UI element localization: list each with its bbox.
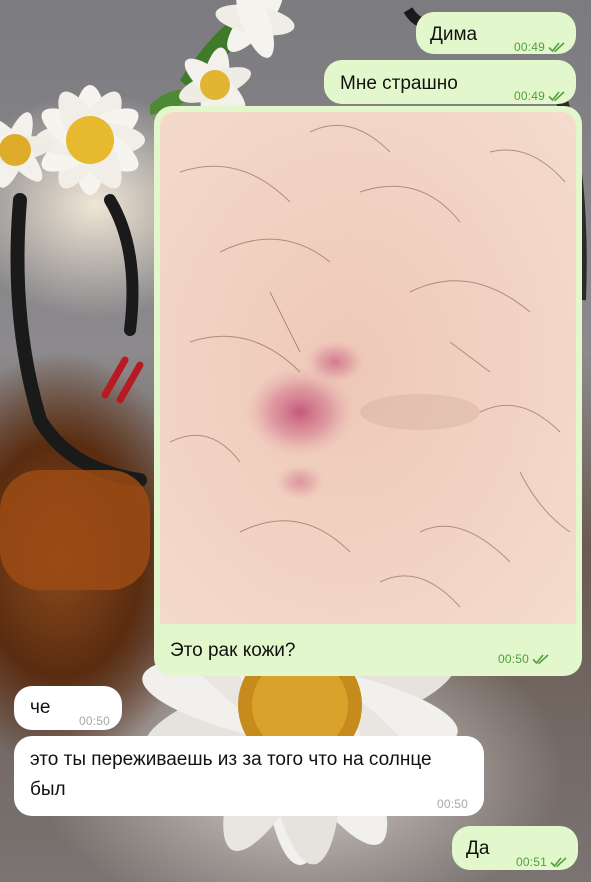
message-time: 00:49	[513, 40, 545, 54]
message-text: че	[30, 697, 51, 718]
message-time: 00:51	[515, 855, 547, 869]
message-outgoing[interactable]: Дима 00:49	[416, 12, 576, 54]
message-time: 00:49	[513, 89, 545, 103]
wallpaper-glow	[0, 470, 150, 590]
message-time: 00:50	[436, 797, 468, 811]
message-meta: 00:50	[498, 650, 550, 668]
skin-photo[interactable]	[160, 112, 576, 624]
double-check-icon	[548, 42, 565, 53]
message-outgoing[interactable]: Мне страшно 00:49	[324, 60, 576, 104]
message-text: это ты переживаешь из за того что на сол…	[30, 749, 432, 800]
message-text: Дима	[430, 24, 478, 45]
message-time: 00:50	[78, 714, 110, 728]
message-time: 00:50	[498, 652, 530, 666]
message-incoming[interactable]: это ты переживаешь из за того что на сол…	[14, 736, 484, 816]
double-check-icon	[550, 857, 567, 868]
double-check-icon	[548, 91, 565, 102]
message-text: Мне страшно	[340, 73, 458, 94]
message-text: Это рак кожи?	[170, 640, 296, 661]
message-incoming[interactable]: че 00:50	[14, 686, 122, 730]
photo-caption: Это рак кожи?	[170, 640, 296, 662]
double-check-icon	[532, 654, 549, 665]
wallpaper-outline	[104, 194, 139, 336]
skin-photo-image	[160, 112, 576, 624]
message-text: Да	[466, 838, 490, 859]
message-outgoing[interactable]: Да 00:51	[452, 826, 578, 870]
